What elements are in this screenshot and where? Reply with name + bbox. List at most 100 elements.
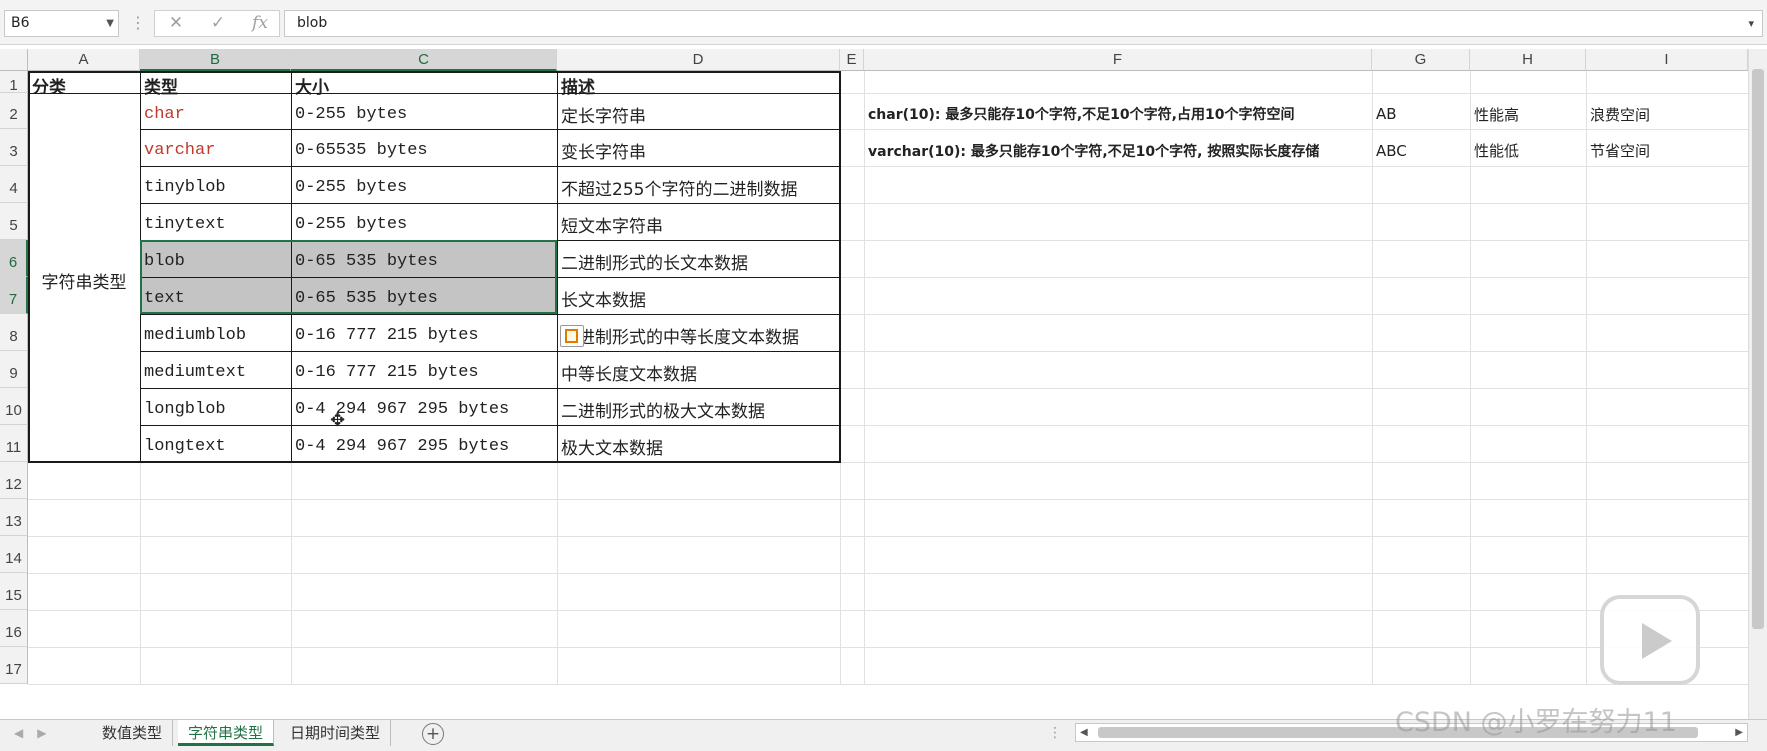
type-cell[interactable]: blob bbox=[140, 240, 291, 277]
row-header-13[interactable]: 13 bbox=[0, 499, 28, 536]
size-cell[interactable]: 0-65 535 bytes bbox=[291, 277, 557, 314]
row-header-15[interactable]: 15 bbox=[0, 573, 28, 610]
tab-navigation-arrows[interactable]: ◀▶ bbox=[14, 720, 60, 746]
desc-cell[interactable]: 不超过255个字符的二进制数据 bbox=[557, 166, 840, 203]
table-border-line bbox=[140, 277, 840, 278]
scroll-left-icon[interactable]: ◀ bbox=[1080, 724, 1088, 741]
size-cell[interactable]: 0-255 bytes bbox=[291, 93, 557, 129]
row-header-2[interactable]: 2 bbox=[0, 93, 28, 129]
type-cell[interactable]: mediumblob bbox=[140, 314, 291, 351]
size-cell[interactable]: 0-65 535 bytes bbox=[291, 240, 557, 277]
add-sheet-button[interactable]: + bbox=[422, 723, 444, 745]
note-space-cell[interactable]: 节省空间 bbox=[1586, 129, 1748, 166]
size-cell[interactable]: 0-255 bytes bbox=[291, 166, 557, 203]
column-header-g[interactable]: G bbox=[1372, 49, 1470, 71]
column-header-a[interactable]: A bbox=[28, 49, 140, 71]
desc-cell[interactable]: 短文本字符串 bbox=[557, 203, 840, 240]
table-border-line bbox=[140, 425, 840, 426]
sheet-tab[interactable]: 日期时间类型 bbox=[280, 720, 392, 746]
desc-cell[interactable]: 变长字符串 bbox=[557, 129, 840, 166]
note-perf-cell[interactable]: 性能低 bbox=[1470, 129, 1586, 166]
name-box[interactable]: B6 ▼ bbox=[4, 10, 119, 37]
close-icon[interactable]: ✕ bbox=[155, 11, 197, 36]
insert-function-button[interactable]: fx bbox=[239, 11, 281, 36]
column-header-f[interactable]: F bbox=[864, 49, 1372, 71]
type-cell[interactable]: mediumtext bbox=[140, 351, 291, 388]
header-category[interactable]: 分类 bbox=[28, 71, 140, 98]
vertical-scrollbar[interactable] bbox=[1748, 49, 1767, 719]
header-type[interactable]: 类型 bbox=[140, 71, 291, 98]
note-perf-cell[interactable]: 性能高 bbox=[1470, 93, 1586, 129]
row-header-17[interactable]: 17 bbox=[0, 647, 28, 684]
type-cell[interactable]: char bbox=[140, 93, 291, 129]
desc-cell[interactable]: 二进制形式的长文本数据 bbox=[557, 240, 840, 277]
note-space-cell[interactable]: 浪费空间 bbox=[1586, 93, 1748, 129]
row-header-10[interactable]: 10 bbox=[0, 388, 28, 425]
column-header-e[interactable]: E bbox=[840, 49, 864, 71]
desc-cell[interactable]: 定长字符串 bbox=[557, 93, 840, 129]
column-header-h[interactable]: H bbox=[1470, 49, 1586, 71]
type-cell[interactable]: text bbox=[140, 277, 291, 314]
type-cell[interactable]: varchar bbox=[140, 129, 291, 166]
row-header-4[interactable]: 4 bbox=[0, 166, 28, 203]
size-cell[interactable]: 0-255 bytes bbox=[291, 203, 557, 240]
category-merged-cell[interactable]: 字符串类型 bbox=[28, 93, 140, 462]
formula-bar: B6 ▼ ⋮ ✕ ✓ fx blob ▾ bbox=[0, 0, 1767, 45]
type-cell[interactable]: tinyblob bbox=[140, 166, 291, 203]
table-border-line bbox=[140, 129, 840, 130]
row-header-16[interactable]: 16 bbox=[0, 610, 28, 647]
row-header-8[interactable]: 8 bbox=[0, 314, 28, 351]
scroll-right-icon[interactable]: ▶ bbox=[1735, 724, 1743, 741]
row-header-1[interactable]: 1 bbox=[0, 71, 28, 94]
size-cell[interactable]: 0-16 777 215 bytes bbox=[291, 351, 557, 388]
column-header-d[interactable]: D bbox=[557, 49, 840, 71]
type-cell[interactable]: longtext bbox=[140, 425, 291, 462]
header-size[interactable]: 大小 bbox=[291, 71, 557, 98]
column-header-b[interactable]: B bbox=[140, 49, 291, 71]
paste-options-icon[interactable] bbox=[560, 325, 584, 347]
move-cursor-icon: ✥ bbox=[330, 410, 346, 431]
scrollbar-thumb[interactable] bbox=[1752, 69, 1764, 629]
note-value-cell[interactable]: AB bbox=[1372, 93, 1470, 129]
type-cell[interactable]: longblob bbox=[140, 388, 291, 425]
desc-cell[interactable]: 中等长度文本数据 bbox=[557, 351, 840, 388]
row-header-12[interactable]: 12 bbox=[0, 462, 28, 499]
table-border-line bbox=[28, 93, 840, 94]
row-header-14[interactable]: 14 bbox=[0, 536, 28, 573]
note-cell[interactable]: varchar(10): 最多只能存10个字符,不足10个字符, 按照实际长度存… bbox=[864, 129, 1372, 166]
select-all-corner[interactable] bbox=[0, 49, 28, 71]
column-header-i[interactable]: I bbox=[1586, 49, 1748, 71]
row-header-3[interactable]: 3 bbox=[0, 129, 28, 166]
formula-buttons: ✕ ✓ fx bbox=[154, 10, 280, 37]
desc-cell[interactable]: 二进制形式的极大文本数据 bbox=[557, 388, 840, 425]
formula-input[interactable]: blob ▾ bbox=[284, 10, 1763, 37]
video-play-button[interactable] bbox=[1600, 595, 1700, 685]
desc-cell[interactable]: 二进制形式的中等长度文本数据 bbox=[557, 314, 840, 351]
note-cell[interactable]: char(10): 最多只能存10个字符,不足10个字符,占用10个字符空间 bbox=[864, 93, 1372, 129]
row-header-11[interactable]: 11 bbox=[0, 425, 28, 462]
row-header-5[interactable]: 5 bbox=[0, 203, 28, 240]
chevron-down-icon[interactable]: ▾ bbox=[1748, 11, 1754, 36]
sheet-tab[interactable]: 数值类型 bbox=[92, 720, 174, 746]
clipboard-icon bbox=[565, 329, 578, 343]
table-border-line bbox=[140, 351, 840, 352]
gridline bbox=[28, 536, 1748, 537]
row-header-7[interactable]: 7 bbox=[0, 277, 28, 314]
size-cell[interactable]: 0-16 777 215 bytes bbox=[291, 314, 557, 351]
sheet-tab[interactable]: 字符串类型 bbox=[178, 720, 275, 746]
check-icon[interactable]: ✓ bbox=[197, 11, 239, 36]
header-desc[interactable]: 描述 bbox=[557, 71, 840, 98]
chevron-down-icon[interactable]: ▼ bbox=[106, 11, 114, 36]
table-border-line bbox=[140, 166, 840, 167]
desc-cell[interactable]: 极大文本数据 bbox=[557, 425, 840, 462]
type-cell[interactable]: tinytext bbox=[140, 203, 291, 240]
drag-handle-icon[interactable]: ⋮ bbox=[130, 10, 146, 37]
column-header-c[interactable]: C bbox=[291, 49, 557, 71]
splitter-handle-icon[interactable]: ⋮ bbox=[1048, 720, 1062, 746]
note-value-cell[interactable]: ABC bbox=[1372, 129, 1470, 166]
desc-cell[interactable]: 长文本数据 bbox=[557, 277, 840, 314]
spreadsheet-grid[interactable]: ABCDEFGHI 1 2 3 4 5 6 7 8 9 10 11 12 13 14 15 16 17 分类 类型… bbox=[0, 49, 1767, 719]
size-cell[interactable]: 0-65535 bytes bbox=[291, 129, 557, 166]
row-header-6[interactable]: 6 bbox=[0, 240, 28, 277]
row-header-9[interactable]: 9 bbox=[0, 351, 28, 388]
